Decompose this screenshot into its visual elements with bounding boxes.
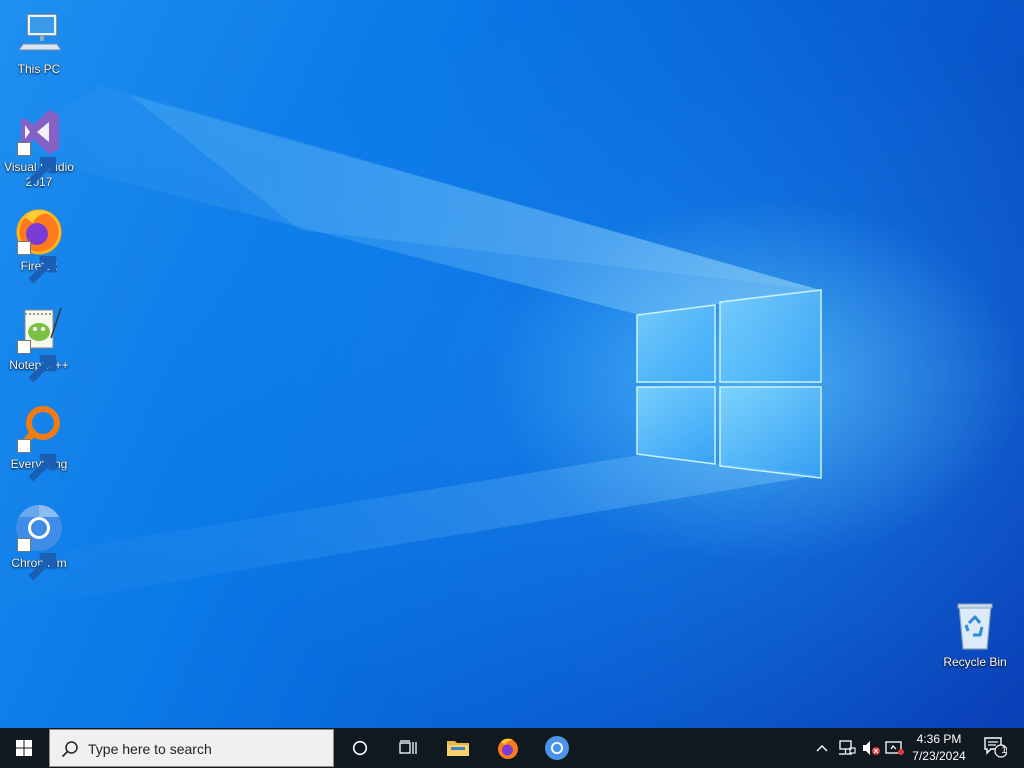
- display-tray-button[interactable]: [884, 738, 906, 758]
- volume-muted-icon: [863, 741, 880, 755]
- shortcut-arrow-icon: [17, 439, 57, 482]
- desktop[interactable]: This PC Visual Studio 2017 Firefox Notep…: [0, 0, 1024, 728]
- desktop-icon-chromium[interactable]: Chromium: [1, 502, 77, 581]
- firefox-icon: [498, 738, 518, 759]
- show-hidden-icons-button[interactable]: [814, 738, 830, 758]
- desktop-icon-label: Recycle Bin: [943, 655, 1007, 669]
- taskbar-clock[interactable]: 4:36 PM 7/23/2024: [904, 731, 974, 765]
- chromium-taskbar-button[interactable]: [537, 728, 577, 768]
- recycle-bin-icon: [949, 601, 1001, 653]
- search-icon: [61, 741, 78, 758]
- desktop-icon-notepad-plus-plus[interactable]: Notepad++: [1, 304, 77, 383]
- display-icon: [885, 741, 904, 755]
- desktop-icon-recycle-bin[interactable]: Recycle Bin: [937, 601, 1013, 670]
- wallpaper-windows-logo: [636, 289, 822, 479]
- firefox-icon: [13, 205, 65, 284]
- desktop-icon-this-pc[interactable]: This PC: [1, 8, 77, 77]
- taskbar-search-box[interactable]: Type here to search: [49, 729, 334, 767]
- notepad-plus-plus-icon: [13, 304, 65, 383]
- circle-icon: [352, 740, 368, 756]
- windows-logo-icon: [16, 740, 32, 756]
- desktop-icon-firefox[interactable]: Firefox: [1, 205, 77, 284]
- shortcut-arrow-icon: [17, 340, 57, 383]
- computer-icon: [13, 8, 65, 60]
- volume-tray-button[interactable]: [860, 738, 882, 758]
- clock-date: 7/23/2024: [912, 749, 966, 763]
- task-view-button[interactable]: [388, 728, 428, 768]
- task-view-icon: [399, 740, 417, 754]
- chromium-icon: [13, 502, 65, 581]
- search-placeholder: Type here to search: [88, 741, 212, 757]
- chevron-up-icon: [816, 745, 828, 752]
- network-tray-button[interactable]: [836, 738, 858, 758]
- shortcut-arrow-icon: [17, 142, 57, 185]
- network-icon: [839, 740, 856, 755]
- folder-icon: [447, 741, 469, 756]
- desktop-icon-everything[interactable]: Everything: [1, 403, 77, 482]
- cortana-button[interactable]: [340, 728, 380, 768]
- firefox-taskbar-button[interactable]: [488, 728, 528, 768]
- clock-time: 4:36 PM: [916, 732, 962, 746]
- file-explorer-button[interactable]: [438, 728, 478, 768]
- everything-search-icon: [13, 403, 65, 482]
- desktop-icon-label: This PC: [17, 62, 61, 76]
- chromium-icon: [545, 736, 569, 760]
- notification-count-badge: 1: [1001, 745, 1007, 756]
- start-button[interactable]: [0, 728, 48, 768]
- shortcut-arrow-icon: [17, 241, 57, 284]
- action-center-button[interactable]: 1: [980, 737, 1010, 758]
- taskbar: Type here to search 4:36 PM 7/23/2024 1: [0, 728, 1024, 768]
- shortcut-arrow-icon: [17, 538, 57, 581]
- visual-studio-icon: [13, 106, 65, 185]
- desktop-icon-visual-studio[interactable]: Visual Studio 2017: [1, 106, 77, 190]
